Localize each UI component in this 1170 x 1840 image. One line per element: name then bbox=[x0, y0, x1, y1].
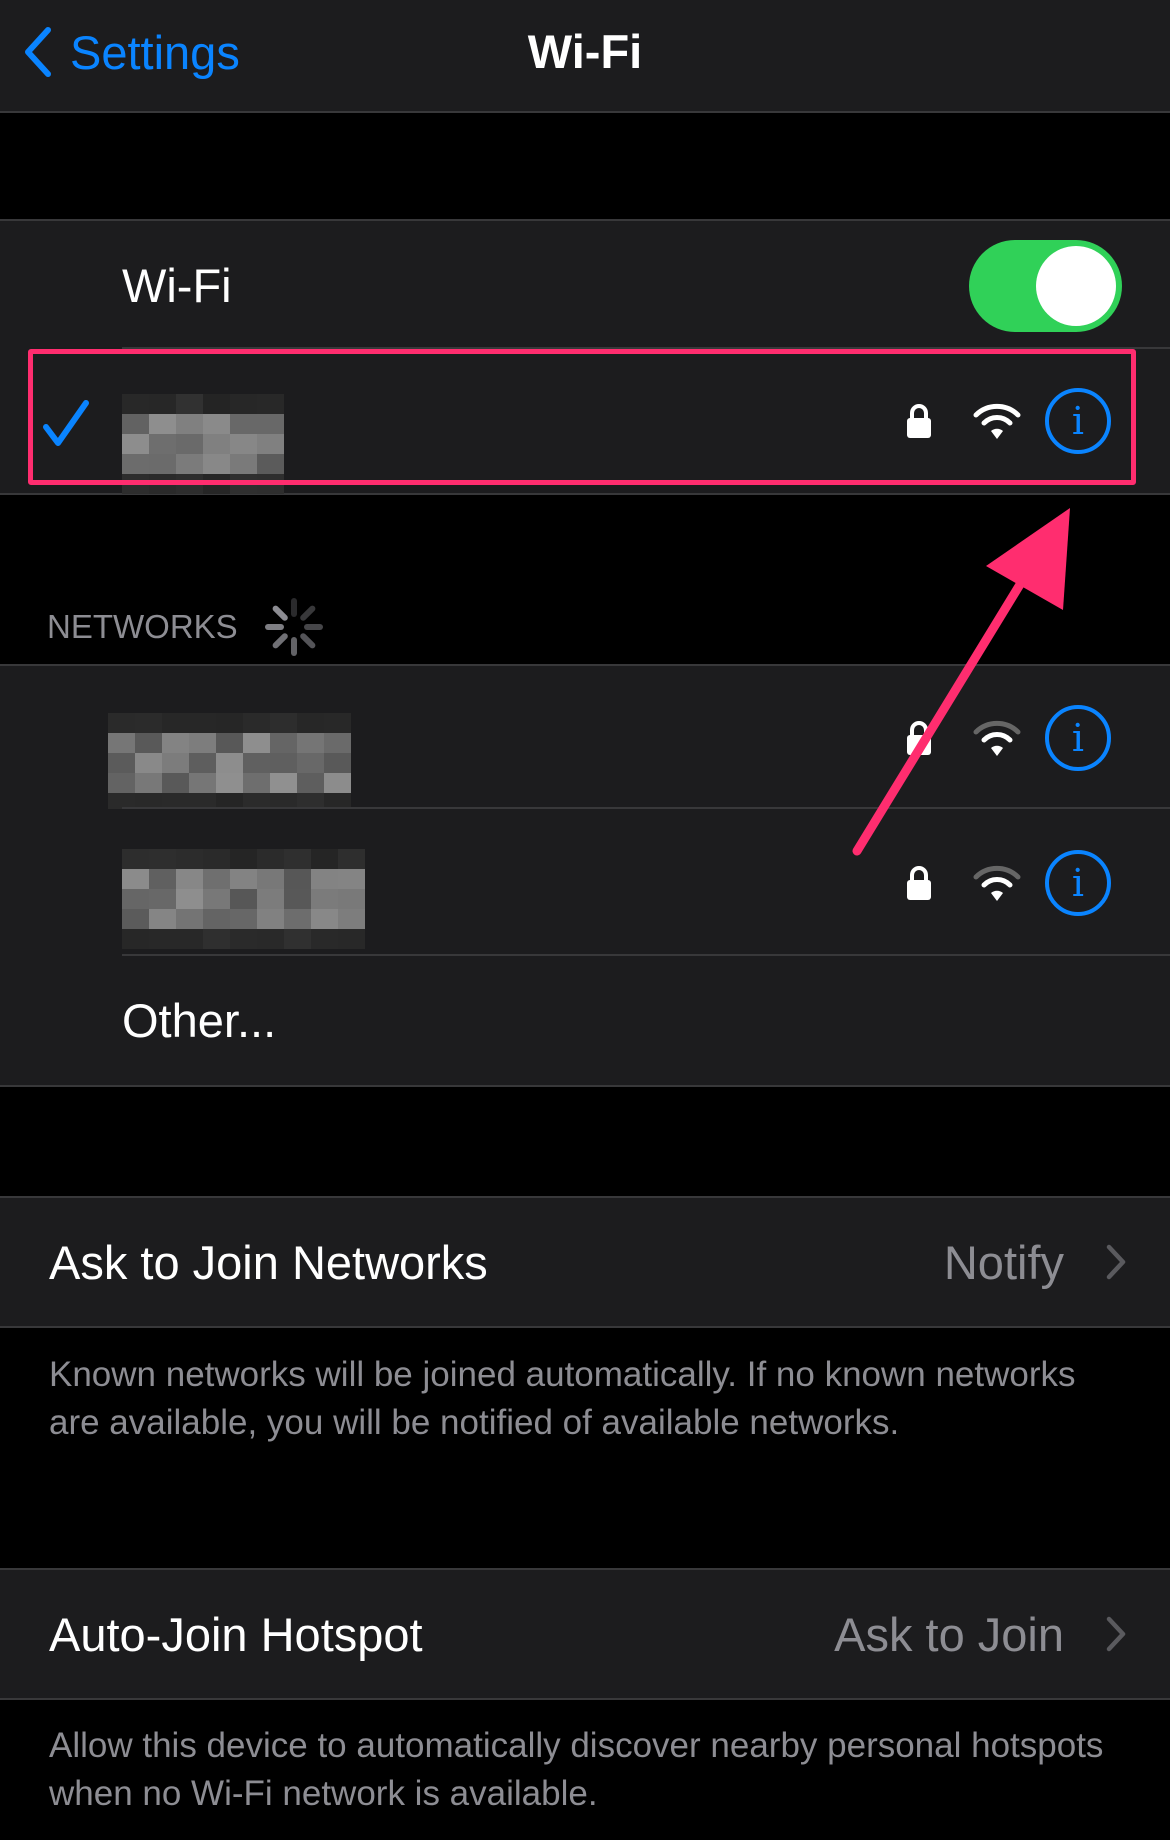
chevron-right-icon bbox=[1106, 1616, 1126, 1652]
other-network-row[interactable]: Other... bbox=[0, 956, 1170, 1087]
loading-spinner-icon bbox=[264, 598, 323, 656]
page-title: Wi-Fi bbox=[527, 25, 643, 78]
info-button[interactable]: i bbox=[1045, 704, 1111, 771]
network-row[interactable]: i bbox=[0, 809, 1170, 956]
wifi-toggle[interactable] bbox=[969, 240, 1122, 332]
highlight-box bbox=[28, 349, 1136, 485]
auto-join-hotspot-row[interactable]: Auto-Join Hotspot Ask to Join bbox=[0, 1568, 1170, 1700]
networks-header: NETWORKS bbox=[47, 597, 324, 657]
wifi-signal-icon bbox=[973, 720, 1021, 756]
network-icons: i bbox=[905, 809, 1111, 956]
network-name-redacted bbox=[122, 849, 365, 949]
wifi-signal-icon bbox=[973, 865, 1021, 901]
auto-join-value: Ask to Join bbox=[834, 1607, 1064, 1661]
network-name-redacted bbox=[108, 713, 351, 813]
ask-to-join-footer: Known networks will be joined automatica… bbox=[49, 1355, 1076, 1442]
lock-icon bbox=[907, 865, 931, 900]
ask-to-join-label: Ask to Join Networks bbox=[49, 1235, 488, 1289]
networks-header-label: NETWORKS bbox=[47, 608, 238, 645]
ask-to-join-value: Notify bbox=[943, 1235, 1064, 1289]
auto-join-footer: Allow this device to automatically disco… bbox=[49, 1726, 1104, 1813]
navigation-bar: Settings Wi-Fi bbox=[0, 0, 1170, 113]
network-icons: i bbox=[905, 666, 1111, 809]
auto-join-label: Auto-Join Hotspot bbox=[49, 1607, 423, 1661]
info-button[interactable]: i bbox=[1045, 849, 1111, 916]
lock-icon bbox=[907, 720, 931, 755]
wifi-toggle-row: Wi-Fi bbox=[0, 219, 1170, 349]
chevron-right-icon bbox=[1106, 1244, 1126, 1280]
network-row[interactable]: i bbox=[0, 664, 1170, 813]
other-label: Other... bbox=[122, 994, 277, 1047]
ask-to-join-row[interactable]: Ask to Join Networks Notify bbox=[0, 1196, 1170, 1328]
wifi-label: Wi-Fi bbox=[122, 258, 232, 312]
